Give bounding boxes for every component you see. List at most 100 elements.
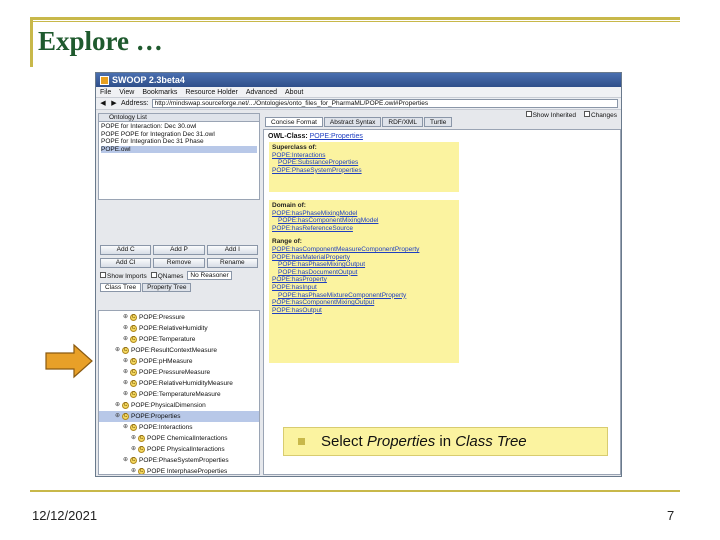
caption-callout: Select Properties in Class Tree xyxy=(283,427,608,456)
class-icon: C xyxy=(130,424,137,431)
tab-property-tree[interactable]: Property Tree xyxy=(142,283,192,292)
tree-item[interactable]: ⊕ C POPE ChemicalInteractions xyxy=(99,433,259,444)
ontology-item-selected[interactable]: POPE.owl xyxy=(101,145,257,153)
button-row-2: Add CI Remove Rename xyxy=(98,258,260,268)
range-link[interactable]: POPE:hasProperty xyxy=(272,276,456,284)
tree-item[interactable]: ⊕ C POPE:PhysicalDimension xyxy=(99,400,259,411)
owl-class-link[interactable]: POPE:Properties xyxy=(310,133,363,140)
class-tree[interactable]: ⊕ C POPE:Pressure ⊕ C POPE:RelativeHumidity ⊕ C… xyxy=(98,310,260,475)
domain-link[interactable]: POPE:hasReferenceSource xyxy=(272,225,456,233)
qnames-label: QNames xyxy=(157,272,184,280)
tree-item[interactable]: ⊕ C POPE:ResultContextMeasure xyxy=(99,345,259,356)
tree-item[interactable]: ⊕ C POPE InterphaseProperties xyxy=(99,466,259,474)
tree-item[interactable]: ⊕ C POPE PhysicalInteractions xyxy=(99,444,259,455)
show-imports-checkbox[interactable]: Show Imports xyxy=(100,271,147,280)
range-link[interactable]: POPE:hasInput xyxy=(272,284,456,292)
ontology-item[interactable]: POPE for Integration Dec 31 Phase xyxy=(101,138,257,146)
tree-item[interactable]: ⊕ C POPE:PressureMeasure xyxy=(99,367,259,378)
back-arrow-icon[interactable]: ◀ xyxy=(99,100,107,108)
expand-toggle-icon[interactable]: ⊕ xyxy=(123,323,128,334)
superclass-link[interactable]: POPE:Interactions xyxy=(272,152,456,160)
expand-toggle-icon[interactable]: ⊕ xyxy=(131,433,136,444)
expand-toggle-icon[interactable]: ⊕ xyxy=(123,378,128,389)
tree-item-properties[interactable]: ⊕ C POPE:Properties xyxy=(99,411,259,422)
left-panel: Ontology List POPE for Interaction: Dec … xyxy=(98,113,260,475)
tab-class-tree[interactable]: Class Tree xyxy=(100,283,142,292)
add-class-button[interactable]: Add C xyxy=(100,245,152,255)
remove-button[interactable]: Remove xyxy=(153,258,205,268)
expand-toggle-icon[interactable]: ⊕ xyxy=(123,356,128,367)
changes-checkbox[interactable]: Changes xyxy=(583,111,617,119)
ontology-item[interactable]: POPE POPE for Integration Dec 31.owl xyxy=(101,131,257,139)
expand-toggle-icon[interactable]: ⊕ xyxy=(115,411,120,422)
class-icon: C xyxy=(138,446,145,453)
tree-item-label: POPE:RelativeHumidity xyxy=(139,325,208,332)
forward-arrow-icon[interactable]: ▶ xyxy=(110,100,118,108)
class-icon: C xyxy=(122,413,129,420)
tree-item[interactable]: ⊕ C POPE:Pressure xyxy=(99,312,259,323)
show-inherited-checkbox[interactable]: Show Inherited xyxy=(525,111,576,119)
expand-toggle-icon[interactable]: ⊕ xyxy=(131,444,136,455)
add-ci-button[interactable]: Add CI xyxy=(100,258,152,268)
expand-toggle-icon[interactable]: ⊕ xyxy=(115,345,120,356)
owl-class-label: OWL-Class: xyxy=(268,133,308,140)
menu-resource-holder[interactable]: Resource Holder xyxy=(185,89,238,96)
add-property-button[interactable]: Add P xyxy=(153,245,205,255)
address-input[interactable]: http://mindswap.sourceforge.net/.../Onto… xyxy=(151,99,618,108)
tab-turtle[interactable]: Turtle xyxy=(423,117,453,127)
tree-item-label: POPE:PhaseSystemProperties xyxy=(139,457,229,464)
reasoner-select[interactable]: No Reasoner xyxy=(187,271,232,280)
range-link[interactable]: POPE:hasPhaseMixingOutput xyxy=(272,261,456,269)
menu-bookmarks[interactable]: Bookmarks xyxy=(142,89,177,96)
tree-item[interactable]: ⊕ C POPE:pHMeasure xyxy=(99,356,259,367)
domain-link[interactable]: POPE:hasComponentMixingModel xyxy=(272,217,456,225)
caption-emphasis-properties: Properties xyxy=(366,433,436,450)
tree-item-label: POPE:RelativeHumidityMeasure xyxy=(139,380,233,387)
qnames-checkbox[interactable]: QNames xyxy=(150,271,184,280)
expand-toggle-icon[interactable]: ⊕ xyxy=(123,389,128,400)
tab-abstract-syntax[interactable]: Abstract Syntax xyxy=(323,117,382,127)
menubar: File View Bookmarks Resource Holder Adva… xyxy=(96,87,621,98)
range-link[interactable]: POPE:hasOutput xyxy=(272,307,456,315)
class-icon: C xyxy=(130,380,137,387)
menu-view[interactable]: View xyxy=(119,89,134,96)
menu-file[interactable]: File xyxy=(100,89,111,96)
class-icon: C xyxy=(130,325,137,332)
expand-toggle-icon[interactable]: ⊕ xyxy=(123,367,128,378)
tree-item[interactable]: ⊕ C POPE:Temperature xyxy=(99,334,259,345)
class-icon: C xyxy=(122,402,129,409)
menu-advanced[interactable]: Advanced xyxy=(246,89,277,96)
menu-about[interactable]: About xyxy=(285,89,303,96)
expand-toggle-icon[interactable]: ⊕ xyxy=(131,466,136,474)
frame-top-line xyxy=(30,17,680,20)
range-link[interactable]: POPE:hasMaterialProperty xyxy=(272,254,456,262)
rename-button[interactable]: Rename xyxy=(206,258,258,268)
class-icon: C xyxy=(130,369,137,376)
class-icon: C xyxy=(130,391,137,398)
expand-toggle-icon[interactable]: ⊕ xyxy=(123,422,128,433)
range-link[interactable]: POPE:hasComponentMixingOutput xyxy=(272,299,456,307)
range-header: Range of: xyxy=(272,238,302,246)
superclass-link[interactable]: POPE:SubstanceProperties xyxy=(272,159,456,167)
ontology-list[interactable]: POPE for Interaction: Dec 30.owl POPE PO… xyxy=(98,122,260,200)
frame-bottom-line xyxy=(30,490,680,492)
superclass-link[interactable]: POPE:PhaseSystemProperties xyxy=(272,167,456,175)
expand-toggle-icon[interactable]: ⊕ xyxy=(123,334,128,345)
expand-toggle-icon[interactable]: ⊕ xyxy=(123,312,128,323)
range-link[interactable]: POPE:hasPhaseMixtureComponentProperty xyxy=(272,292,456,300)
range-link[interactable]: POPE:hasDocumentOutput xyxy=(272,269,456,277)
expand-toggle-icon[interactable]: ⊕ xyxy=(115,400,120,411)
tree-item[interactable]: ⊕ C POPE:RelativeHumidityMeasure xyxy=(99,378,259,389)
tree-item[interactable]: ⊕ C POPE:PhaseSystemProperties xyxy=(99,455,259,466)
tab-rdf-xml[interactable]: RDF/XML xyxy=(382,117,423,127)
tree-item[interactable]: ⊕ C POPE:RelativeHumidity xyxy=(99,323,259,334)
range-link[interactable]: POPE:hasComponentMeasureComponentPropert… xyxy=(272,246,456,254)
domain-link[interactable]: POPE:hasPhaseMixingModel xyxy=(272,210,456,218)
entity-content: OWL-Class: POPE:Properties Superclass of… xyxy=(263,129,621,475)
expand-toggle-icon[interactable]: ⊕ xyxy=(123,455,128,466)
add-individual-button[interactable]: Add I xyxy=(206,245,258,255)
tree-item[interactable]: ⊕ C POPE:TemperatureMeasure xyxy=(99,389,259,400)
tree-item[interactable]: ⊕ C POPE:Interactions xyxy=(99,422,259,433)
tab-concise-format[interactable]: Concise Format xyxy=(265,117,323,127)
ontology-item[interactable]: POPE for Interaction: Dec 30.owl xyxy=(101,123,257,131)
